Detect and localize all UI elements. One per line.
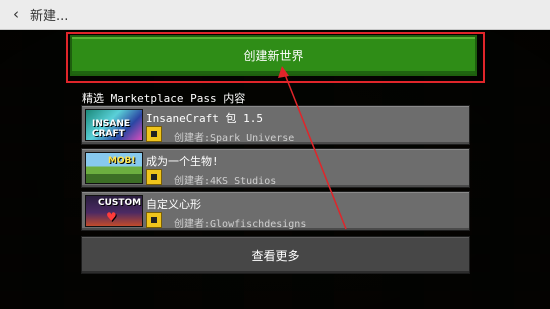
list-item-mob[interactable]: MOB! 成为一个生物! 创建者:4KS Studios [81, 148, 470, 188]
item-creator: 创建者:Glowfischdesigns [174, 219, 307, 230]
section-label: 精选 Marketplace Pass 内容 [82, 92, 246, 105]
item-thumbnail: CUSTOM ♥ [85, 195, 143, 227]
marketplace-list: INSANE CRAFT InsaneCraft 包 1.5 创建者:Spark… [81, 105, 470, 234]
thumbnail-text: INSANE CRAFT [92, 119, 131, 139]
create-new-world-button[interactable]: 创建新世界 [70, 35, 477, 76]
list-item-insanecraft[interactable]: INSANE CRAFT InsaneCraft 包 1.5 创建者:Spark… [81, 105, 470, 145]
item-creator: 创建者:Spark Universe [174, 133, 295, 144]
heart-icon: ♥ [106, 210, 117, 224]
item-name: 成为一个生物! [146, 155, 219, 168]
see-more-button[interactable]: 查看更多 [81, 236, 470, 274]
marketplace-pass-icon [146, 169, 162, 185]
item-name: 自定义心形 [146, 198, 201, 211]
item-thumbnail: MOB! [85, 152, 143, 184]
item-creator: 创建者:4KS Studios [174, 176, 277, 187]
back-chevron-icon[interactable]: ‹ [6, 4, 26, 24]
item-name: InsaneCraft 包 1.5 [146, 112, 263, 125]
title-bar: ‹ 新建... [0, 0, 550, 30]
list-item-custom-hearts[interactable]: CUSTOM ♥ 自定义心形 创建者:Glowfischdesigns [81, 191, 470, 231]
window-title: 新建... [30, 9, 69, 24]
marketplace-pass-icon [146, 126, 162, 142]
marketplace-pass-icon [146, 212, 162, 228]
thumbnail-text: CUSTOM [98, 198, 142, 208]
item-thumbnail: INSANE CRAFT [85, 109, 143, 141]
thumbnail-text: MOB! [108, 156, 136, 166]
